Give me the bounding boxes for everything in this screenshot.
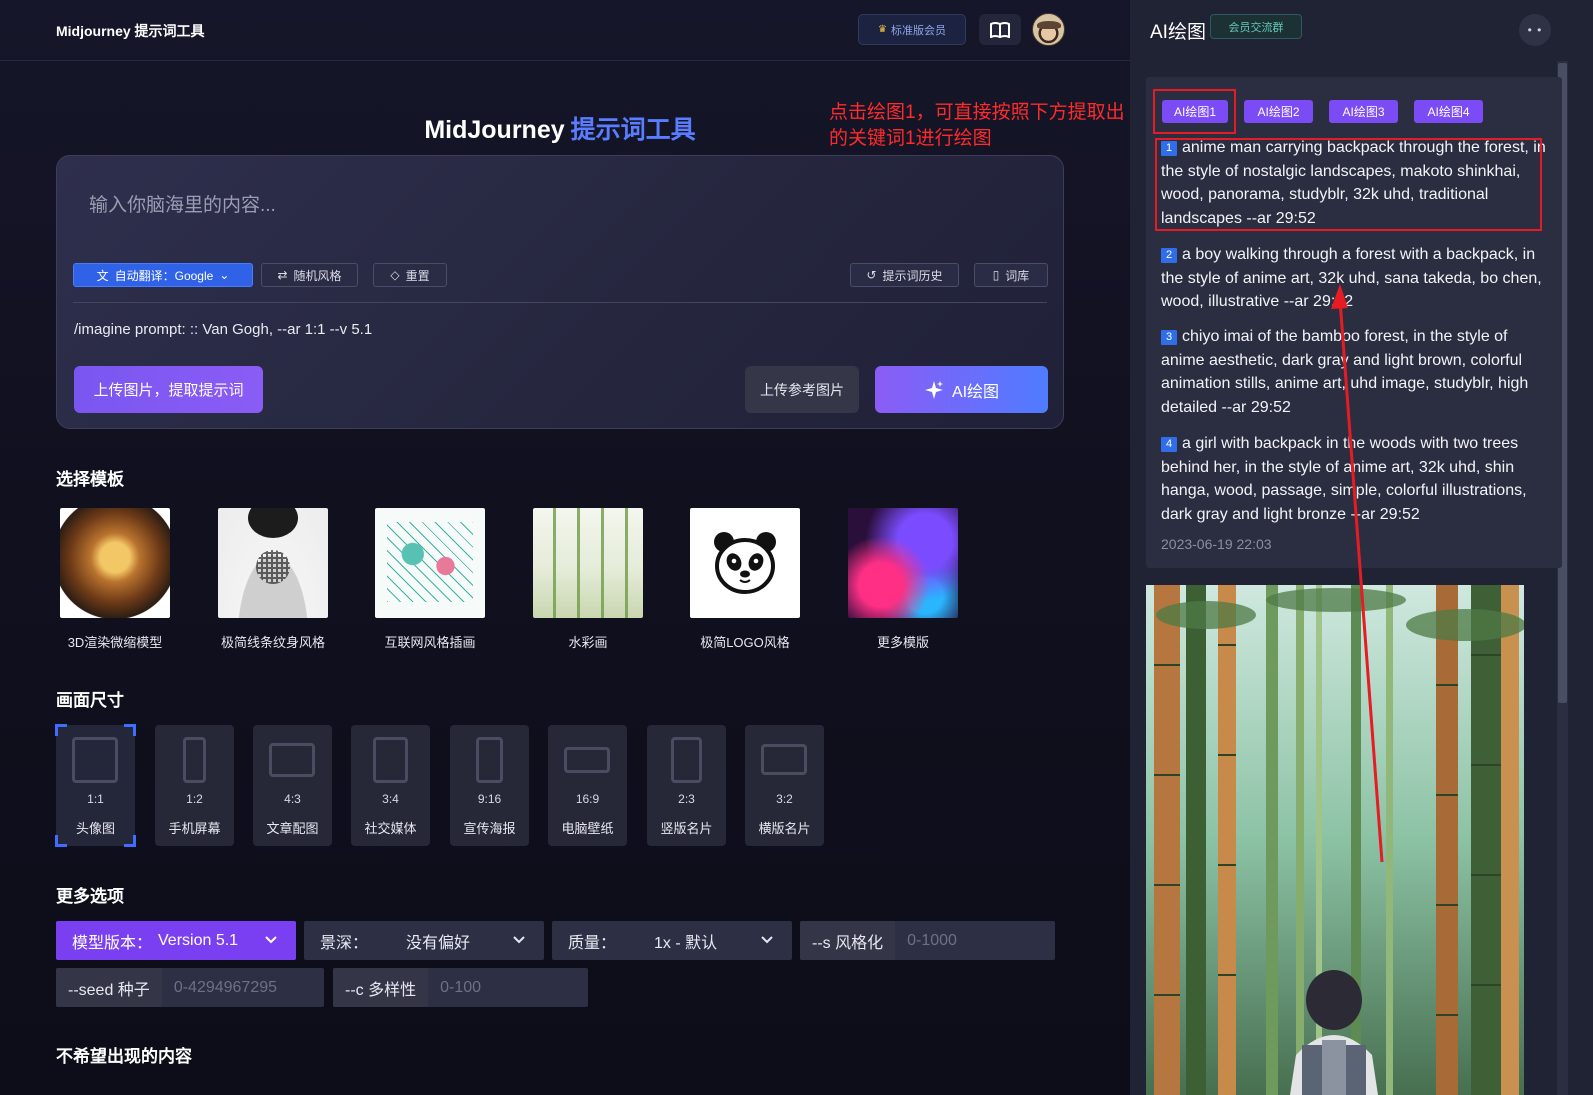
annotation-text: 点击绘图1，可直接按照下方提取出 的关键词1进行绘图 (829, 102, 1125, 149)
annotation-arrow (1331, 284, 1384, 863)
